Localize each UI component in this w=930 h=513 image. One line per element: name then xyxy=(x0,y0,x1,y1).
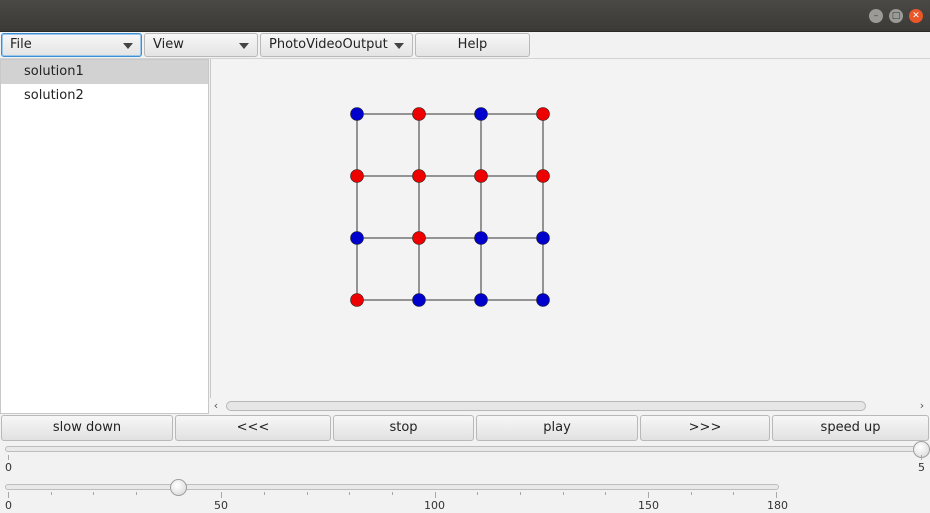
frame-tick xyxy=(477,492,479,495)
scroll-left-icon[interactable]: ‹ xyxy=(210,400,222,412)
view-menu[interactable]: View xyxy=(144,33,258,57)
speed-tick-max xyxy=(921,455,922,460)
graph-node-red xyxy=(412,107,426,121)
frame-tick xyxy=(93,492,95,495)
frame-slider-knob[interactable] xyxy=(170,479,188,496)
frame-tick xyxy=(733,492,735,495)
speed-up-button[interactable]: speed up xyxy=(772,415,929,441)
play-button[interactable]: play xyxy=(476,415,638,441)
graph-node-blue xyxy=(350,107,364,121)
frame-tick xyxy=(221,492,223,498)
graph-node-red xyxy=(536,107,550,121)
graph-node-red xyxy=(536,169,550,183)
scrollbar-thumb[interactable] xyxy=(226,401,866,411)
graph-canvas[interactable] xyxy=(210,59,930,398)
frame-tick xyxy=(392,492,393,495)
graph-node-blue xyxy=(474,107,488,121)
frame-tick xyxy=(690,492,692,495)
graph-node-red xyxy=(412,169,426,183)
frame-tick xyxy=(776,492,777,498)
speed-min-label: 0 xyxy=(5,461,12,474)
stop-button[interactable]: stop xyxy=(333,415,474,441)
help-button[interactable]: Help xyxy=(415,33,530,57)
frame-tick xyxy=(434,492,436,498)
file-menu-label: File xyxy=(10,37,32,52)
close-icon[interactable]: ✕ xyxy=(909,9,923,23)
solution-list: solution1 solution2 xyxy=(0,59,209,414)
file-menu[interactable]: File xyxy=(1,33,142,57)
next-button[interactable]: >>> xyxy=(640,415,770,441)
frame-label-100: 100 xyxy=(424,499,445,512)
horizontal-scrollbar[interactable]: ‹ › xyxy=(210,398,930,414)
graph-node-blue xyxy=(536,231,550,245)
chevron-down-icon xyxy=(394,43,404,49)
speed-tick-min xyxy=(8,455,9,460)
chevron-down-icon xyxy=(239,43,249,49)
frame-tick xyxy=(562,492,564,495)
graph-node-red xyxy=(412,231,426,245)
frame-label-180: 180 xyxy=(767,499,788,512)
frame-tick xyxy=(8,492,9,498)
frame-tick xyxy=(349,492,351,495)
graph-node-blue xyxy=(474,293,488,307)
graph-node-red xyxy=(474,169,488,183)
speed-slider-track[interactable] xyxy=(5,446,923,452)
view-menu-label: View xyxy=(153,37,184,52)
graph-node-red xyxy=(350,169,364,183)
list-item-solution1[interactable]: solution1 xyxy=(1,60,208,84)
photovideooutput-menu[interactable]: PhotoVideoOutput xyxy=(260,33,413,57)
frame-tick xyxy=(306,492,308,495)
graph-node-red xyxy=(350,293,364,307)
photovideooutput-menu-label: PhotoVideoOutput xyxy=(269,37,388,52)
frame-slider-track[interactable] xyxy=(5,484,779,490)
scroll-right-icon[interactable]: › xyxy=(916,400,928,412)
menubar: File View PhotoVideoOutput Help xyxy=(0,32,930,59)
frame-tick xyxy=(50,492,52,495)
frame-label-150: 150 xyxy=(638,499,659,512)
frame-label-50: 50 xyxy=(214,499,228,512)
frame-tick xyxy=(648,492,649,498)
speed-max-label: 5 xyxy=(918,461,925,474)
graph-node-blue xyxy=(412,293,426,307)
frame-tick xyxy=(520,492,521,495)
chevron-down-icon xyxy=(123,43,133,49)
window-titlebar: – □ ✕ xyxy=(0,0,930,32)
minimize-icon[interactable]: – xyxy=(869,9,883,23)
graph-node-blue xyxy=(350,231,364,245)
frame-tick xyxy=(264,492,265,495)
frame-tick xyxy=(605,492,607,495)
graph-node-blue xyxy=(536,293,550,307)
grid-graph xyxy=(350,107,550,307)
maximize-icon[interactable]: □ xyxy=(889,9,903,23)
graph-node-blue xyxy=(474,231,488,245)
frame-tick xyxy=(136,492,137,495)
list-item-solution2[interactable]: solution2 xyxy=(1,84,208,108)
previous-button[interactable]: <<< xyxy=(175,415,331,441)
frame-label-0: 0 xyxy=(5,499,12,512)
slow-down-button[interactable]: slow down xyxy=(1,415,173,441)
